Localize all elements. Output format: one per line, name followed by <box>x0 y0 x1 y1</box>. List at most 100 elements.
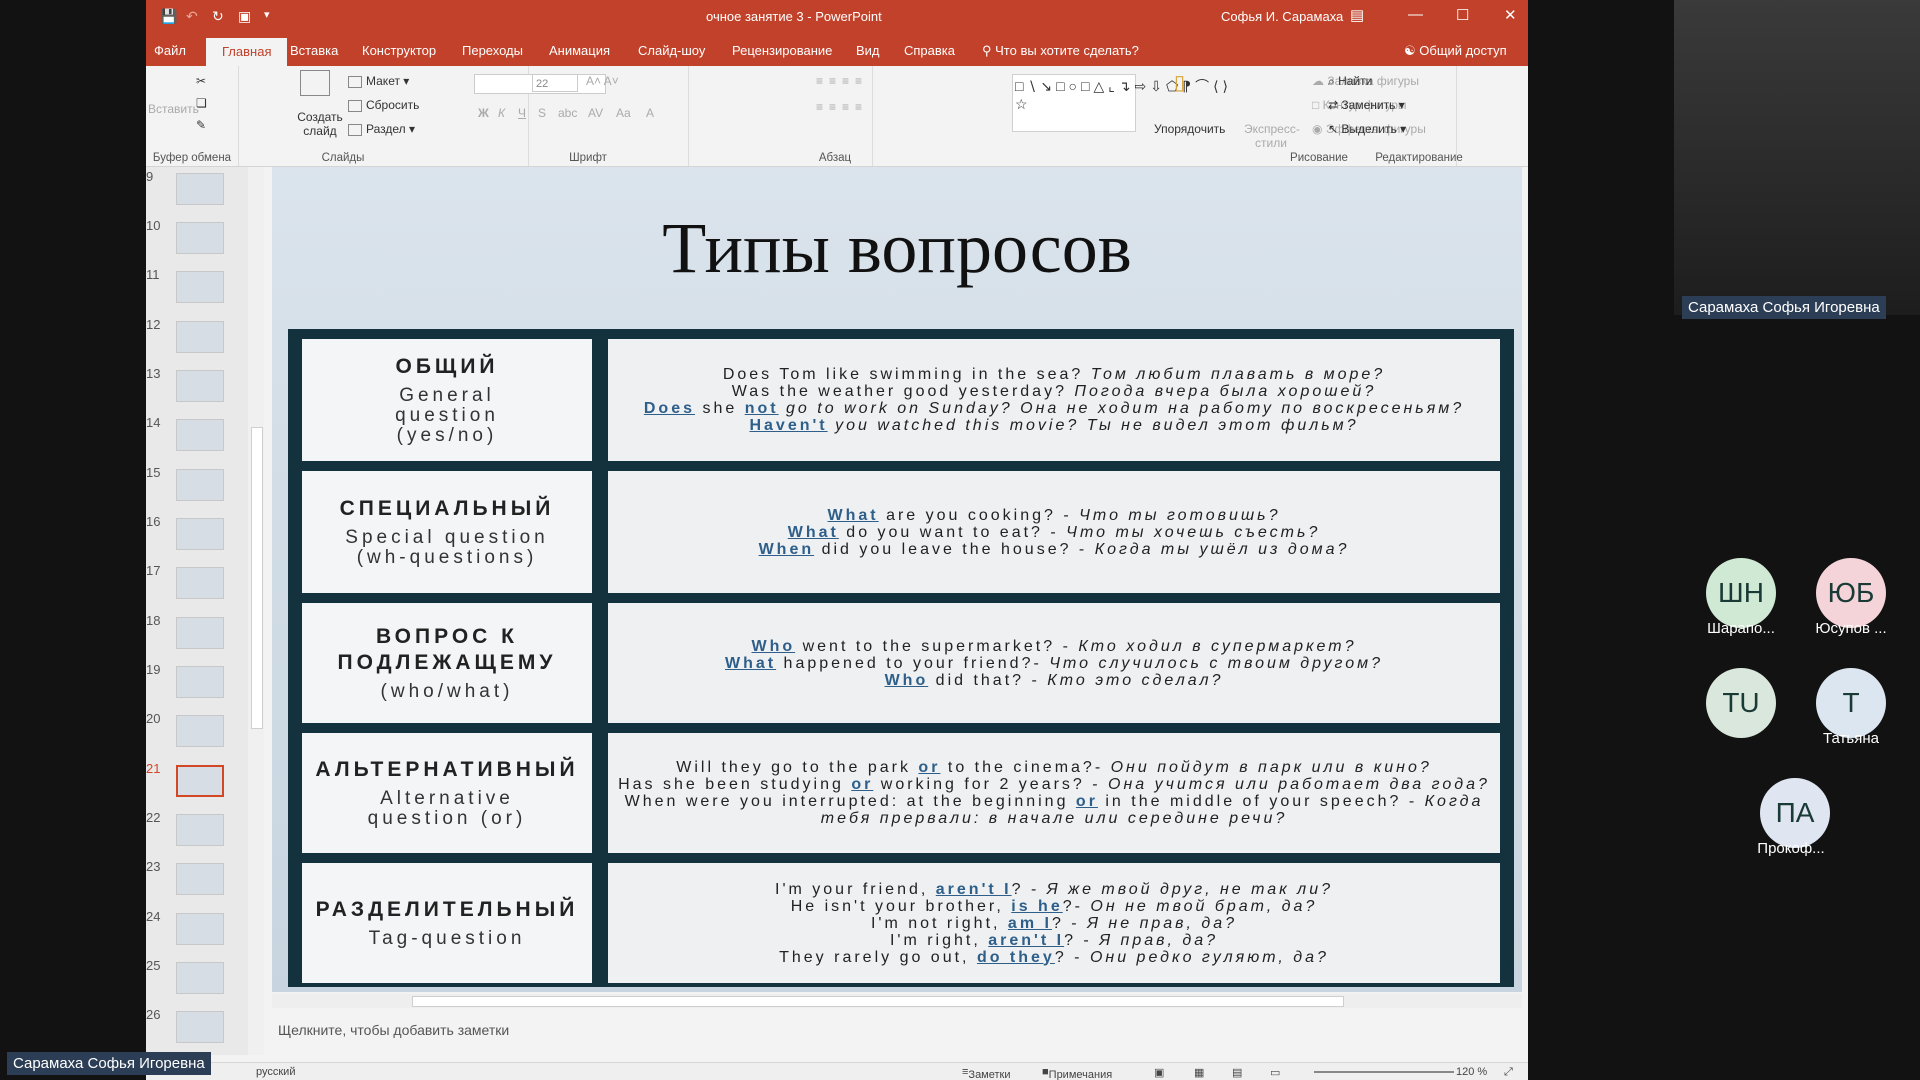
change-case-icon[interactable]: Aa <box>616 106 631 120</box>
maximize-icon[interactable]: ☐ <box>1456 6 1469 24</box>
avatar[interactable]: ШН <box>1706 558 1776 628</box>
slide-thumbnail[interactable] <box>176 222 224 254</box>
grow-font-icon[interactable]: A˄ A˅ <box>586 74 619 88</box>
quick-styles-button[interactable]: Экспресс-стили <box>1244 122 1300 150</box>
font-size-box[interactable]: 22 <box>532 74 578 92</box>
slide-thumbnail[interactable] <box>176 715 224 747</box>
tab-help[interactable]: Справка <box>904 43 955 58</box>
slide-thumbnail[interactable] <box>176 321 224 353</box>
paste-button[interactable]: Вставить <box>148 102 199 116</box>
participant-name: Татьяна <box>1823 730 1879 747</box>
slide-thumbnail[interactable] <box>176 173 224 205</box>
question-types-table[interactable]: ОБЩИЙ General question (yes/no) Does Tom… <box>288 329 1514 987</box>
shapes-gallery[interactable]: □∖↘□○□△⌞↴⇨⇩⬠⁋⌒⟨⟩☆ <box>1012 74 1228 132</box>
translation: Они пойдут в парк или в кино? <box>1110 759 1432 776</box>
notes-pane[interactable]: Щелкните, чтобы добавить заметки <box>272 1010 1522 1060</box>
slide-thumbnail[interactable] <box>176 518 224 550</box>
save-icon[interactable]: 💾 <box>160 8 177 25</box>
slide-thumbnail[interactable] <box>176 617 224 649</box>
english-text: Will they go to the park <box>676 759 919 776</box>
slide-thumbnail[interactable] <box>176 1011 224 1043</box>
tab-design[interactable]: Конструктор <box>362 43 436 58</box>
notes-toggle[interactable]: ≡ Заметки <box>962 1066 1011 1080</box>
slide-thumbnail[interactable] <box>176 370 224 402</box>
slide-canvas[interactable]: Типы вопросов ОБЩИЙ General question (ye… <box>272 167 1522 992</box>
thumbnails-scrollbar[interactable] <box>248 167 264 1055</box>
reset-button[interactable]: Сбросить <box>348 98 419 112</box>
tab-review[interactable]: Рецензирование <box>732 43 832 58</box>
new-slide-button[interactable]: Создать слайд <box>296 110 344 138</box>
slide-thumbnail[interactable] <box>176 962 224 994</box>
reading-view-icon[interactable]: ▤ <box>1232 1066 1242 1079</box>
avatar[interactable]: Т <box>1816 668 1886 738</box>
avatar[interactable]: ПА <box>1760 778 1830 848</box>
layout-button[interactable]: Макет ▾ <box>348 74 409 88</box>
zoom-level[interactable]: 120 % <box>1456 1066 1487 1078</box>
slide-thumbnail[interactable] <box>176 419 224 451</box>
example-line: I'm right, aren't I? - Я прав, да? <box>608 932 1500 949</box>
table-row: ОБЩИЙ General question (yes/no) Does Tom… <box>302 339 1500 461</box>
scroll-thumb[interactable] <box>412 996 1344 1007</box>
tab-file[interactable]: Файл <box>154 43 186 58</box>
avatar[interactable]: TU <box>1706 668 1776 738</box>
example-line: What do you want to eat? - Что ты хочешь… <box>608 524 1500 541</box>
slide-thumbnail[interactable] <box>176 469 224 501</box>
tab-transitions[interactable]: Переходы <box>462 43 523 58</box>
cut-icon[interactable]: ✂ <box>196 74 206 88</box>
arrange-button[interactable]: Упорядочить <box>1154 122 1225 136</box>
slide-thumbnail-selected[interactable] <box>176 765 224 797</box>
format-painter-icon[interactable]: ✎ <box>196 118 206 132</box>
slide-title[interactable]: Типы вопросов <box>272 207 1522 290</box>
slideshow-view-icon[interactable]: ▭ <box>1270 1066 1280 1079</box>
select-button[interactable]: ↖ Выделить ▾ <box>1328 122 1406 136</box>
example-line: When did you leave the house? - Когда ты… <box>608 541 1500 558</box>
strikethrough-icon[interactable]: abc <box>558 106 577 120</box>
char-spacing-icon[interactable]: AV <box>588 106 603 120</box>
tell-me-search[interactable]: ⚲ Что вы хотите сделать? <box>982 43 1139 59</box>
italic-icon[interactable]: К <box>498 106 505 120</box>
align-icons[interactable]: ≡≡≡≡ <box>816 100 868 114</box>
slide-thumbnail[interactable] <box>176 666 224 698</box>
shadow-icon[interactable]: S <box>538 106 546 120</box>
ribbon-display-icon[interactable]: ▤ <box>1350 6 1364 24</box>
slide-thumbnail[interactable] <box>176 271 224 303</box>
share-button[interactable]: ☯ Общий доступ <box>1404 43 1507 59</box>
avatar[interactable]: ЮБ <box>1816 558 1886 628</box>
normal-view-icon[interactable]: ▣ <box>1154 1066 1164 1079</box>
replace-button[interactable]: ⇄ Заменить ▾ <box>1328 98 1405 112</box>
fit-to-window-icon[interactable]: ⤢ <box>1504 1066 1513 1079</box>
slide-sorter-icon[interactable]: ▦ <box>1194 1066 1204 1079</box>
underline-icon[interactable]: Ч <box>518 106 526 120</box>
slide-thumbnail[interactable] <box>176 913 224 945</box>
list-icons[interactable]: ≡≡≡≡ <box>816 74 868 88</box>
slide-thumbnail[interactable] <box>176 567 224 599</box>
comments-toggle[interactable]: ■ Примечания <box>1042 1066 1112 1080</box>
tab-view[interactable]: Вид <box>856 43 880 58</box>
ribbon: Вставить ✂ ❏ ✎ Буфер обмена Создать слай… <box>146 66 1528 167</box>
thumb-number: 13 <box>146 366 161 381</box>
new-slide-icon[interactable] <box>300 70 334 96</box>
font-color-icon[interactable]: A <box>646 106 654 120</box>
zoom-slider[interactable] <box>1314 1071 1454 1073</box>
start-slideshow-icon[interactable]: ▣ <box>238 8 251 25</box>
english-text: happened to your friend?- <box>776 654 1050 672</box>
slide-thumbnail[interactable] <box>176 814 224 846</box>
tab-slideshow[interactable]: Слайд-шоу <box>638 43 705 58</box>
slide-horizontal-scrollbar[interactable] <box>272 994 1522 1008</box>
tab-home[interactable]: Главная <box>206 38 288 66</box>
bold-icon[interactable]: Ж <box>478 106 489 120</box>
find-button[interactable]: ⌕ Найти <box>1328 74 1372 89</box>
account-name[interactable]: Софья И. Сарамаха <box>1221 9 1343 24</box>
section-button[interactable]: Раздел ▾ <box>348 122 415 136</box>
slide-thumbnail[interactable] <box>176 863 224 895</box>
customize-toolbar-icon[interactable]: ▾ <box>264 8 270 21</box>
language-indicator[interactable]: русский <box>256 1066 295 1078</box>
tab-insert[interactable]: Вставка <box>290 43 338 58</box>
redo-icon[interactable]: ↻ <box>212 8 224 25</box>
tab-animations[interactable]: Анимация <box>549 43 610 58</box>
undo-icon[interactable]: ↶ <box>186 8 198 25</box>
copy-icon[interactable]: ❏ <box>196 96 207 110</box>
close-icon[interactable]: ✕ <box>1504 6 1517 24</box>
scroll-thumb[interactable] <box>251 427 263 729</box>
minimize-icon[interactable]: — <box>1408 6 1423 23</box>
